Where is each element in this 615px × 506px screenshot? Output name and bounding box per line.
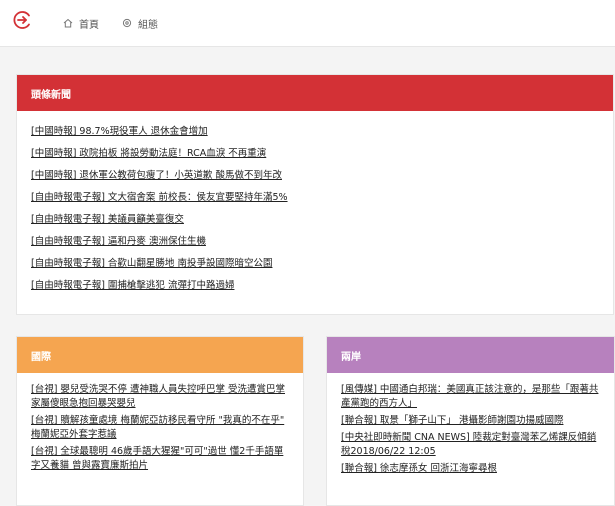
news-link[interactable]: [自由時報電子報] 美議員籲美臺復交 bbox=[31, 213, 599, 226]
cross-strait-news-panel: 兩岸 [風傳媒] 中國通白邦瑞：美國真正該注意的，是那些「跟著共產黨跑的西方人」… bbox=[326, 336, 615, 506]
cross-strait-news-list: [風傳媒] 中國通白邦瑞：美國真正該注意的，是那些「跟著共產黨跑的西方人」 [聯… bbox=[327, 373, 614, 476]
international-news-header: 國際 bbox=[17, 337, 303, 373]
nav-home-label: 首頁 bbox=[79, 19, 99, 31]
news-link[interactable]: [台視] 全球最聰明 46歲手語大猩猩"可可"過世 懂2千手語單字又養貓 曾與露… bbox=[31, 445, 289, 473]
international-news-list: [台視] 嬰兒受洗哭不停 遭神職人員失控呼巴掌 受洗遭賞巴掌 家屬傻眼急抱回暴哭… bbox=[17, 373, 303, 473]
news-link[interactable]: [中央社即時新聞 CNA NEWS] 陸裁定對臺灣苯乙烯課反傾銷稅2018/06… bbox=[341, 431, 600, 459]
nav-home[interactable]: 首頁 bbox=[63, 14, 99, 32]
news-link[interactable]: [自由時報電子報] 合歡山翻星勝地 南投爭設國際暗空公園 bbox=[31, 257, 599, 270]
news-link[interactable]: [台視] 嬰兒受洗哭不停 遭神職人員失控呼巴掌 受洗遭賞巴掌 家屬傻眼急抱回暴哭… bbox=[31, 383, 289, 411]
headline-news-title: 頭條新聞 bbox=[31, 89, 71, 101]
home-icon bbox=[63, 18, 73, 28]
news-link[interactable]: [自由時報電子報] 圍捕槍擊逃犯 流彈打中路過婦 bbox=[31, 279, 599, 292]
news-link[interactable]: [聯合報] 徐志摩孫女 回浙江海寧尋根 bbox=[341, 462, 600, 476]
news-link[interactable]: [中國時報] 政院拍板 將設勞動法庭！RCA血淚 不再重演 bbox=[31, 147, 599, 160]
international-news-title: 國際 bbox=[31, 351, 51, 363]
news-link[interactable]: [自由時報電子報] 文大宿舍案 前校長：侯友宜要堅持年滿5% bbox=[31, 191, 599, 204]
news-link[interactable]: [自由時報電子報] 逼和丹麥 澳洲保住生機 bbox=[31, 235, 599, 248]
news-link[interactable]: [台視] 贖解孩童處境 梅蘭妮亞訪移民看守所 "我真的不在乎" 梅蘭妮亞外套字惹… bbox=[31, 414, 289, 442]
news-link[interactable]: [風傳媒] 中國通白邦瑞：美國真正該注意的，是那些「跟著共產黨跑的西方人」 bbox=[341, 383, 600, 411]
nav-settings-label: 組態 bbox=[138, 19, 158, 31]
international-news-panel: 國際 [台視] 嬰兒受洗哭不停 遭神職人員失控呼巴掌 受洗遭賞巴掌 家屬傻眼急抱… bbox=[16, 336, 304, 506]
news-link[interactable]: [中國時報] 98.7%現役軍人 退休金會增加 bbox=[31, 125, 599, 138]
headline-news-list: [中國時報] 98.7%現役軍人 退休金會增加 [中國時報] 政院拍板 將設勞動… bbox=[17, 111, 613, 292]
cross-strait-news-title: 兩岸 bbox=[341, 351, 361, 363]
headline-news-panel: 頭條新聞 [中國時報] 98.7%現役軍人 退休金會增加 [中國時報] 政院拍板… bbox=[16, 74, 614, 315]
nav-settings[interactable]: 組態 bbox=[122, 14, 158, 32]
news-link[interactable]: [聯合報] 取景「獅子山下」 港攝影師謝園功揚威國際 bbox=[341, 414, 600, 428]
gear-icon bbox=[122, 18, 132, 28]
news-link[interactable]: [中國時報] 退休軍公教荷包瘦了！小英道歉 酸馬做不到年改 bbox=[31, 169, 599, 182]
logout-icon[interactable] bbox=[13, 10, 33, 30]
top-navigation-bar: 首頁 組態 bbox=[0, 0, 615, 47]
cross-strait-news-header: 兩岸 bbox=[327, 337, 614, 373]
headline-news-header: 頭條新聞 bbox=[17, 75, 613, 111]
